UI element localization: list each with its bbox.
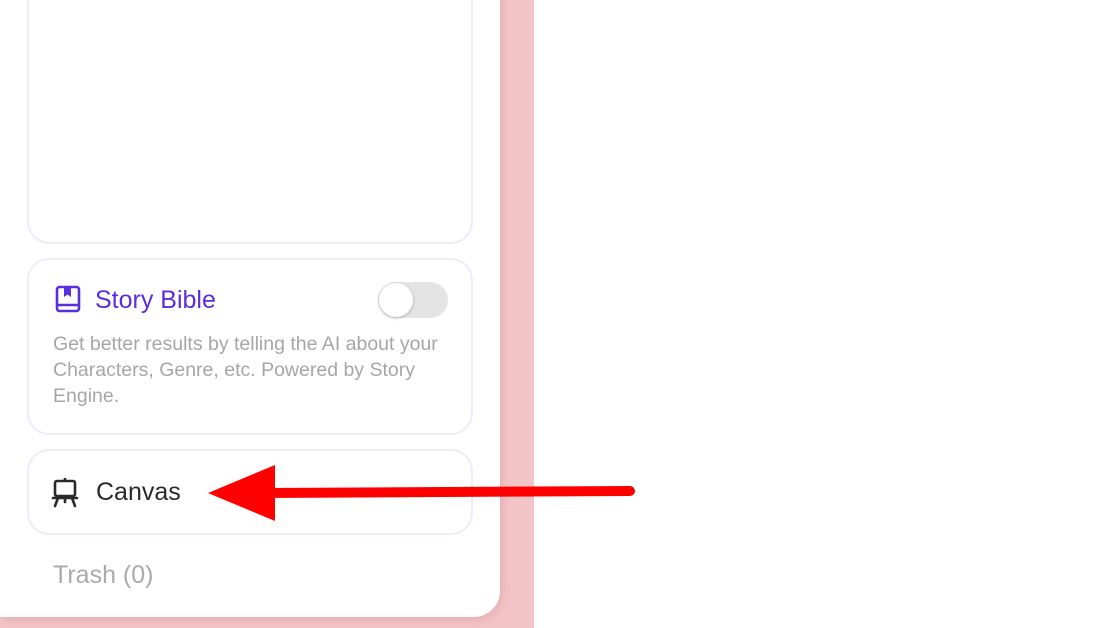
screen: Story Bible Get better results by tellin… <box>0 0 1104 628</box>
book-icon <box>55 285 81 313</box>
canvas-button[interactable] <box>27 449 473 535</box>
canvas-label: Canvas <box>96 478 181 506</box>
trash-link[interactable]: Trash (0) <box>53 559 153 591</box>
easel-icon <box>51 478 79 508</box>
top-card <box>27 0 473 244</box>
story-bible-toggle[interactable] <box>378 282 448 318</box>
toggle-knob <box>379 283 413 317</box>
story-bible-description: Get better results by telling the AI abo… <box>53 333 438 407</box>
story-bible-title: Story Bible <box>95 286 216 314</box>
